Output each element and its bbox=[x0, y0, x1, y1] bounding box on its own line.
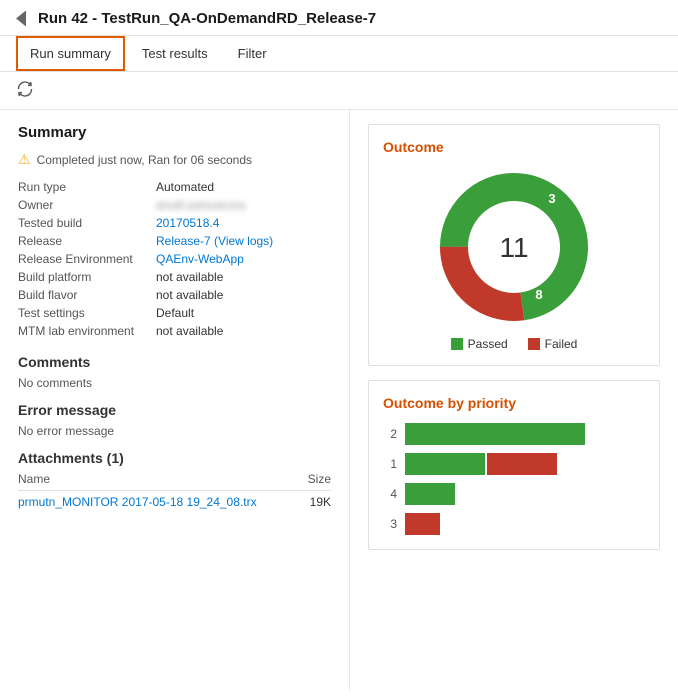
label-release-env: Release Environment bbox=[18, 252, 148, 266]
info-grid: Run type Automated Owner anuiti panuarun… bbox=[18, 180, 331, 338]
outcome-section: Outcome 3 8 11 bbox=[368, 124, 660, 366]
back-icon[interactable] bbox=[16, 11, 26, 27]
value-release[interactable]: Release-7 (View logs) bbox=[156, 234, 331, 248]
priority-section: Outcome by priority 2 1 bbox=[368, 380, 660, 550]
comments-text: No comments bbox=[18, 376, 331, 390]
attachment-link[interactable]: prmutn_MONITOR 2017-05-18 19_24_08.trx bbox=[18, 495, 257, 509]
legend-passed: Passed bbox=[451, 337, 508, 351]
priority-bars-4 bbox=[405, 483, 645, 505]
warning-icon: ⚠ bbox=[18, 151, 31, 168]
attachments-title: Attachments (1) bbox=[18, 450, 331, 466]
label-owner: Owner bbox=[18, 198, 148, 212]
attachments-header: Name Size bbox=[18, 472, 331, 491]
legend-failed: Failed bbox=[528, 337, 578, 351]
priority-label-4: 4 bbox=[383, 487, 397, 501]
attachment-size: 19K bbox=[310, 495, 331, 509]
legend-failed-color bbox=[528, 338, 540, 350]
value-release-env[interactable]: QAEnv-WebApp bbox=[156, 252, 331, 266]
comments-title: Comments bbox=[18, 354, 331, 370]
warning-row: ⚠ Completed just now, Ran for 06 seconds bbox=[18, 151, 331, 168]
legend: Passed Failed bbox=[383, 337, 645, 351]
summary-section-title: Summary bbox=[18, 124, 331, 141]
priority-label-2: 2 bbox=[383, 427, 397, 441]
label-test-settings: Test settings bbox=[18, 306, 148, 320]
label-release: Release bbox=[18, 234, 148, 248]
donut-chart: 3 8 11 bbox=[434, 167, 594, 327]
value-build-flavor: not available bbox=[156, 288, 331, 302]
svg-text:3: 3 bbox=[548, 191, 555, 206]
tabs-bar: Run summary Test results Filter bbox=[0, 36, 678, 72]
priority-chart: 2 1 4 bbox=[383, 423, 645, 535]
label-build-platform: Build platform bbox=[18, 270, 148, 284]
value-test-settings: Default bbox=[156, 306, 331, 320]
error-text: No error message bbox=[18, 424, 331, 438]
refresh-button[interactable] bbox=[16, 80, 34, 98]
col-name: Name bbox=[18, 472, 50, 486]
error-title: Error message bbox=[18, 402, 331, 418]
legend-failed-label: Failed bbox=[545, 337, 578, 351]
value-mtm-lab: not available bbox=[156, 324, 331, 338]
attachment-row: prmutn_MONITOR 2017-05-18 19_24_08.trx 1… bbox=[18, 491, 331, 513]
legend-passed-label: Passed bbox=[468, 337, 508, 351]
tab-filter[interactable]: Filter bbox=[225, 37, 280, 70]
bar-green-4 bbox=[405, 483, 455, 505]
main-content: Summary ⚠ Completed just now, Ran for 06… bbox=[0, 110, 678, 690]
tab-test-results[interactable]: Test results bbox=[129, 37, 221, 70]
value-build-platform: not available bbox=[156, 270, 331, 284]
label-run-type: Run type bbox=[18, 180, 148, 194]
outcome-title: Outcome bbox=[383, 139, 645, 155]
priority-label-3: 3 bbox=[383, 517, 397, 531]
page-title: Run 42 - TestRun_QA-OnDemandRD_Release-7 bbox=[38, 10, 376, 27]
bar-red-3 bbox=[405, 513, 440, 535]
donut-container: 3 8 11 bbox=[383, 167, 645, 327]
label-tested-build: Tested build bbox=[18, 216, 148, 230]
value-tested-build[interactable]: 20170518.4 bbox=[156, 216, 331, 230]
donut-center-number: 11 bbox=[499, 232, 528, 263]
priority-row-3: 3 bbox=[383, 513, 645, 535]
priority-row-2: 2 bbox=[383, 423, 645, 445]
value-run-type: Automated bbox=[156, 180, 331, 194]
svg-text:8: 8 bbox=[535, 287, 542, 302]
priority-row-4: 4 bbox=[383, 483, 645, 505]
toolbar bbox=[0, 72, 678, 110]
value-owner: anuiti panuaruna bbox=[156, 198, 331, 212]
priority-bars-2 bbox=[405, 423, 645, 445]
left-panel: Summary ⚠ Completed just now, Ran for 06… bbox=[0, 110, 350, 690]
col-size: Size bbox=[308, 472, 331, 486]
bar-green-2 bbox=[405, 423, 585, 445]
bar-green-1 bbox=[405, 453, 485, 475]
legend-passed-color bbox=[451, 338, 463, 350]
priority-row-1: 1 bbox=[383, 453, 645, 475]
priority-bars-3 bbox=[405, 513, 645, 535]
title-bar: Run 42 - TestRun_QA-OnDemandRD_Release-7 bbox=[0, 0, 678, 36]
label-build-flavor: Build flavor bbox=[18, 288, 148, 302]
right-panel: Outcome 3 8 11 bbox=[350, 110, 678, 690]
priority-label-1: 1 bbox=[383, 457, 397, 471]
tab-run-summary[interactable]: Run summary bbox=[16, 36, 125, 71]
warning-text: Completed just now, Ran for 06 seconds bbox=[37, 153, 252, 167]
label-mtm-lab: MTM lab environment bbox=[18, 324, 148, 338]
priority-title: Outcome by priority bbox=[383, 395, 645, 411]
bar-red-1 bbox=[487, 453, 557, 475]
priority-bars-1 bbox=[405, 453, 645, 475]
